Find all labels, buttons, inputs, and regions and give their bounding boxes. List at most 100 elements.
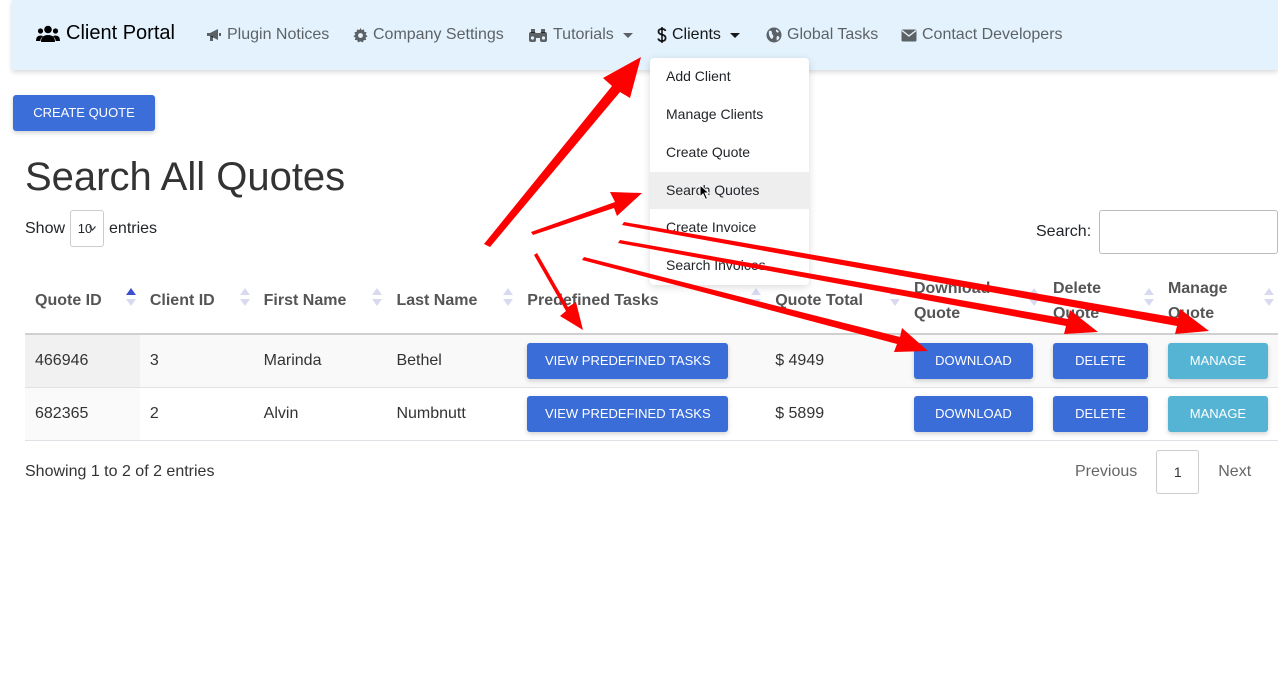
nav-company-settings-label: Company Settings	[373, 26, 504, 43]
gear-icon	[353, 27, 368, 42]
pagination: Previous 1 Next	[1075, 450, 1251, 494]
cell-quote-id: 466946	[25, 334, 140, 388]
dropdown-item-search-quotes[interactable]: Search Quotes	[650, 172, 809, 209]
dropdown-item-create-quote[interactable]: Create Quote	[650, 134, 809, 171]
cell-manage: MANAGE	[1157, 387, 1278, 441]
cell-quote-total: $ 5899	[765, 387, 904, 441]
dropdown-item-create-invoice[interactable]: Create Invoice	[650, 209, 809, 246]
column-header-label: Delete Quote	[1052, 279, 1101, 322]
page-title: Search All Quotes	[25, 155, 346, 199]
table-search: Search:	[1036, 210, 1278, 254]
cell-download: DOWNLOAD	[903, 334, 1043, 388]
nav-contact-developers[interactable]: Contact Developers	[901, 26, 1063, 44]
bullhorn-icon	[207, 29, 221, 41]
nav-tutorials-label: Tutorials	[553, 26, 614, 43]
nav-plugin-notices[interactable]: Plugin Notices	[206, 26, 329, 44]
download-button[interactable]: DOWNLOAD	[913, 395, 1033, 432]
sort-icon	[1264, 288, 1274, 306]
column-header-last-name[interactable]: Last Name	[386, 268, 518, 335]
nav-global-tasks[interactable]: Global Tasks	[766, 26, 878, 44]
column-header-first-name[interactable]: First Name	[253, 268, 387, 335]
sort-icon	[372, 288, 383, 306]
delete-button[interactable]: DELETE	[1052, 342, 1148, 379]
dollar-icon	[657, 27, 667, 43]
chevron-down-icon	[622, 32, 633, 38]
sort-icon	[1143, 288, 1154, 306]
sort-icon	[889, 288, 900, 306]
nav-tutorials-dropdown[interactable]: Tutorials	[528, 26, 633, 44]
annotation-arrow	[531, 192, 642, 235]
search-input[interactable]	[1099, 210, 1278, 254]
brand-link[interactable]: Client Portal	[36, 22, 175, 45]
download-button[interactable]: DOWNLOAD	[913, 342, 1033, 379]
column-header-label: Download Quote	[913, 279, 991, 322]
cell-delete: DELETE	[1042, 387, 1158, 441]
column-header-label: Quote ID	[35, 292, 102, 309]
column-header-label: First Name	[263, 292, 347, 309]
sort-ascending-icon	[125, 288, 136, 306]
annotation-arrow	[484, 57, 641, 247]
cell-delete: DELETE	[1042, 334, 1158, 388]
search-label: Search:	[1036, 223, 1092, 240]
column-header-quote-id[interactable]: Quote ID	[25, 268, 140, 335]
pagination-next[interactable]: Next	[1218, 463, 1251, 481]
globe-icon	[766, 27, 782, 43]
column-header-label: Client ID	[149, 292, 215, 309]
view-predefined-tasks-button[interactable]: VIEW PREDEFINED TASKS	[527, 342, 729, 379]
delete-button[interactable]: DELETE	[1052, 395, 1148, 432]
nav-company-settings[interactable]: Company Settings	[353, 26, 504, 44]
pagination-page-1[interactable]: 1	[1156, 450, 1200, 494]
show-label: Show	[25, 219, 66, 237]
cell-manage: MANAGE	[1157, 334, 1278, 388]
cell-quote-total: $ 4949	[765, 334, 904, 388]
dropdown-item-search-invoices[interactable]: Search Invoices	[650, 247, 809, 284]
cell-predefined-tasks: VIEW PREDEFINED TASKS	[517, 334, 766, 388]
envelope-icon	[901, 29, 917, 41]
binoculars-icon	[529, 28, 547, 42]
pagination-previous[interactable]: Previous	[1075, 463, 1137, 481]
sort-icon	[239, 288, 250, 306]
users-icon	[36, 25, 60, 42]
dropdown-item-add-client[interactable]: Add Client	[650, 58, 809, 95]
cell-first-name: Alvin	[253, 387, 387, 441]
column-header-label: Manage Quote	[1167, 279, 1228, 322]
top-navbar: Client Portal Plugin Notices Company Set…	[12, 0, 1278, 70]
column-header-label: Quote Total	[775, 292, 863, 309]
cell-last-name: Bethel	[386, 334, 518, 388]
mouse-cursor-icon	[699, 184, 710, 201]
chevron-down-icon	[89, 226, 97, 231]
column-header-client-id[interactable]: Client ID	[139, 268, 254, 335]
nav-clients-dropdown[interactable]: Clients	[657, 26, 740, 44]
nav-clients-label: Clients	[672, 26, 721, 43]
table-info: Showing 1 to 2 of 2 entries	[25, 463, 215, 480]
sort-icon	[503, 288, 514, 306]
cell-download: DOWNLOAD	[903, 387, 1043, 441]
cell-first-name: Marinda	[253, 334, 387, 388]
entries-length-control: Show 10 entries	[25, 210, 157, 247]
sort-icon	[1028, 288, 1039, 306]
table-row: 682365 2 Alvin Numbnutt VIEW PREDEFINED …	[25, 387, 1278, 441]
manage-button[interactable]: MANAGE	[1167, 395, 1268, 432]
sort-icon	[751, 288, 762, 306]
dropdown-item-manage-clients[interactable]: Manage Clients	[650, 96, 809, 133]
clients-dropdown-menu: Add Client Manage Clients Create Quote S…	[650, 58, 809, 285]
view-predefined-tasks-button[interactable]: VIEW PREDEFINED TASKS	[527, 395, 729, 432]
column-header-download-quote[interactable]: Download Quote	[903, 268, 1043, 335]
nav-plugin-notices-label: Plugin Notices	[227, 26, 330, 43]
column-header-label: Predefined Tasks	[527, 292, 659, 309]
quotes-table: Quote ID Client ID First Name Last Name …	[25, 268, 1278, 441]
manage-button[interactable]: MANAGE	[1167, 342, 1268, 379]
create-quote-button[interactable]: CREATE QUOTE	[13, 95, 155, 131]
entries-label: entries	[109, 219, 158, 237]
cell-client-id: 2	[139, 387, 254, 441]
chevron-down-icon	[729, 32, 740, 38]
brand-title: Client Portal	[66, 22, 175, 44]
cell-quote-id: 682365	[25, 387, 140, 441]
table-row: 466946 3 Marinda Bethel VIEW PREDEFINED …	[25, 334, 1278, 388]
column-header-manage-quote[interactable]: Manage Quote	[1157, 268, 1278, 335]
entries-select[interactable]: 10	[70, 210, 105, 247]
cell-last-name: Numbnutt	[386, 387, 518, 441]
cell-client-id: 3	[139, 334, 254, 388]
column-header-label: Last Name	[396, 292, 478, 309]
column-header-delete-quote[interactable]: Delete Quote	[1042, 268, 1158, 335]
